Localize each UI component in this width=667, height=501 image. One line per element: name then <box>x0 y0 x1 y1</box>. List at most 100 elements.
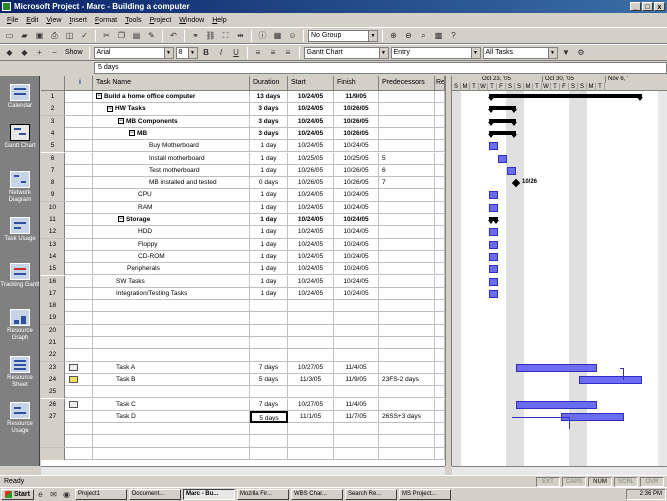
task-name-cell[interactable]: HDD <box>93 226 250 239</box>
task-name-cell[interactable] <box>93 386 250 399</box>
predecessors-cell[interactable]: 23FS-2 days <box>379 373 435 386</box>
finish-cell[interactable]: 10/26/05 <box>334 164 379 177</box>
finish-cell[interactable]: 10/24/05 <box>334 263 379 276</box>
resources-cell[interactable] <box>435 103 445 116</box>
collapse-toggle-icon[interactable]: − <box>129 130 135 137</box>
task-bar[interactable] <box>489 142 498 151</box>
group-by-select[interactable]: No Group ▼ <box>308 29 378 42</box>
save-icon[interactable]: ▣ <box>33 29 46 42</box>
format-painter-icon[interactable]: ✎ <box>145 29 158 42</box>
predecessors-cell[interactable] <box>379 214 435 226</box>
table-row[interactable]: 25 <box>41 386 445 399</box>
task-name-cell[interactable]: Floppy <box>93 238 250 251</box>
resources-cell[interactable] <box>435 349 445 362</box>
resources-cell[interactable] <box>435 275 445 288</box>
resources-cell[interactable] <box>435 177 445 190</box>
row-id[interactable]: 14 <box>41 250 65 263</box>
resources-cell[interactable] <box>435 189 445 202</box>
open-icon[interactable]: ▰ <box>18 29 31 42</box>
task-name-cell[interactable]: − MB <box>93 127 250 140</box>
predecessors-cell[interactable] <box>379 386 435 399</box>
menu-file[interactable]: File <box>3 17 22 24</box>
predecessors-cell[interactable]: 6 <box>379 164 435 177</box>
start-cell[interactable]: 10/24/05 <box>288 115 334 128</box>
task-name-cell[interactable]: MB installed and tested <box>93 177 250 190</box>
table-row[interactable]: 8 MB installed and tested 0 days 10/26/05 10… <box>41 177 445 190</box>
duration-cell[interactable]: 7 days <box>250 398 288 411</box>
row-id[interactable]: 1 <box>41 91 65 103</box>
start-cell[interactable]: 10/26/05 <box>288 177 334 190</box>
resources-cell[interactable] <box>435 91 445 103</box>
copy-icon[interactable]: ❐ <box>115 29 128 42</box>
row-id[interactable]: 13 <box>41 238 65 251</box>
row-id[interactable]: 2 <box>41 103 65 116</box>
duration-cell[interactable]: 5 days <box>250 410 288 423</box>
task-name-cell[interactable]: Task D <box>93 410 250 423</box>
start-cell[interactable] <box>288 349 334 362</box>
resources-cell[interactable] <box>435 115 445 128</box>
finish-cell[interactable]: 10/26/05 <box>334 177 379 190</box>
task-name-cell[interactable] <box>93 447 250 460</box>
task-name-cell[interactable]: Task A <box>93 361 250 374</box>
split-task-icon[interactable]: ⇹ <box>234 29 247 42</box>
indent-icon[interactable]: ◆ <box>18 46 31 59</box>
predecessors-cell[interactable] <box>379 324 435 337</box>
duration-cell[interactable]: 3 days <box>250 115 288 128</box>
task-notes-icon[interactable]: ▦ <box>271 29 284 42</box>
predecessors-cell[interactable] <box>379 226 435 239</box>
task-bar[interactable] <box>507 166 516 175</box>
predecessors-cell[interactable] <box>379 423 435 436</box>
menu-help[interactable]: Help <box>208 17 230 24</box>
table-row[interactable]: 19 <box>41 312 445 325</box>
predecessors-cell[interactable] <box>379 91 435 103</box>
predecessors-cell[interactable] <box>379 201 435 214</box>
indicator-column-header[interactable]: i <box>65 76 93 91</box>
task-name-cell[interactable] <box>93 312 250 325</box>
task-bar[interactable] <box>498 154 507 163</box>
select-all-corner[interactable] <box>41 76 65 91</box>
paste-icon[interactable]: ▤ <box>130 29 143 42</box>
row-id[interactable] <box>41 423 65 436</box>
menu-format[interactable]: Format <box>91 17 121 24</box>
unlink-tasks-icon[interactable]: ⛶ <box>219 29 232 42</box>
resources-cell[interactable] <box>435 250 445 263</box>
table-row[interactable]: 13 Floppy 1 day 10/24/05 10/24/05 <box>41 238 445 251</box>
start-cell[interactable]: 10/24/05 <box>288 275 334 288</box>
predecessors-cell[interactable] <box>379 189 435 202</box>
cut-icon[interactable]: ✂ <box>100 29 113 42</box>
duration-cell[interactable]: 3 days <box>250 127 288 140</box>
resources-cell[interactable] <box>435 447 445 460</box>
collapse-toggle-icon[interactable]: − <box>96 93 102 100</box>
task-bar[interactable] <box>489 289 498 298</box>
resources-cell[interactable] <box>435 214 445 226</box>
taskbar-item-document[interactable]: Document... <box>128 488 181 500</box>
task-name-cell[interactable]: Peripherals <box>93 263 250 276</box>
duration-cell[interactable]: 1 day <box>250 189 288 202</box>
filter-select[interactable]: All Tasks ▼ <box>482 46 558 59</box>
start-cell[interactable]: 10/24/05 <box>288 127 334 140</box>
predecessors-cell[interactable] <box>379 398 435 411</box>
start-cell[interactable]: 10/24/05 <box>288 250 334 263</box>
table-row[interactable] <box>41 447 445 460</box>
summary-bar[interactable] <box>488 130 517 138</box>
start-cell[interactable] <box>288 324 334 337</box>
predecessors-cell[interactable] <box>379 115 435 128</box>
table-row[interactable]: 20 <box>41 324 445 337</box>
finish-cell[interactable]: 10/25/05 <box>334 152 379 165</box>
duration-cell[interactable]: 7 days <box>250 361 288 374</box>
table-row[interactable]: 26 Task C7 days 10/27/05 11/4/05 <box>41 398 445 411</box>
task-bar[interactable] <box>489 228 498 237</box>
resources-cell[interactable] <box>435 435 445 448</box>
finish-cell[interactable]: 10/24/05 <box>334 226 379 239</box>
font-size-select[interactable]: 8 ▼ <box>175 46 198 59</box>
finish-cell[interactable] <box>334 300 379 313</box>
row-id[interactable]: 27 <box>41 410 65 423</box>
show-subtasks-icon[interactable]: + <box>33 46 46 59</box>
row-id[interactable]: 8 <box>41 177 65 190</box>
task-bar[interactable] <box>489 277 498 286</box>
task-name-cell[interactable] <box>93 324 250 337</box>
table-row[interactable]: 12 HDD 1 day 10/24/05 10/24/05 <box>41 226 445 239</box>
resources-column-header[interactable]: Re <box>435 76 445 91</box>
predecessors-cell[interactable]: 26SS+3 days <box>379 410 435 423</box>
row-id[interactable]: 17 <box>41 287 65 300</box>
